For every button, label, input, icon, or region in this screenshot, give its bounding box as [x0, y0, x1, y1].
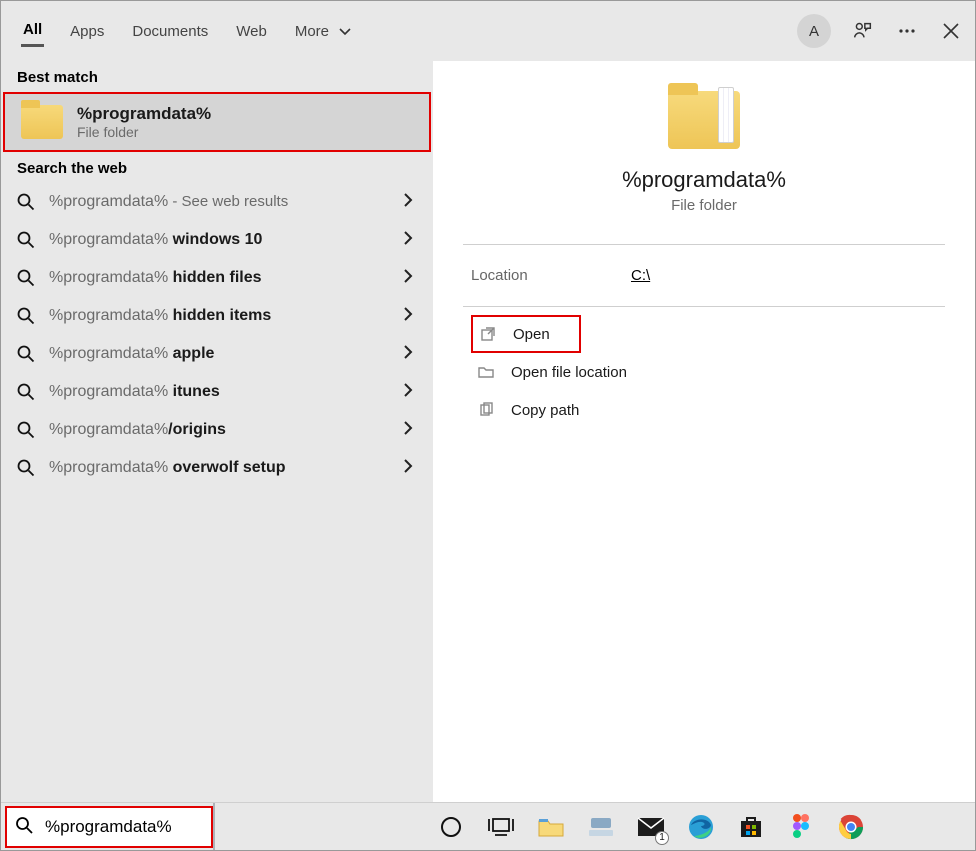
action-copy-path[interactable]: Copy path [471, 391, 975, 429]
web-result-label: %programdata% hidden items [49, 307, 417, 325]
chevron-right-icon [403, 230, 413, 250]
search-tabs: All Apps Documents Web More [21, 15, 353, 47]
web-result-label: %programdata% overwolf setup [49, 459, 417, 477]
web-result-label: %programdata% windows 10 [49, 231, 417, 249]
web-result-item[interactable]: %programdata% windows 10 [1, 221, 433, 259]
web-result-item[interactable]: %programdata% - See web results [1, 183, 433, 221]
search-icon [17, 383, 35, 401]
device-icon[interactable] [587, 813, 615, 841]
section-best-match: Best match [1, 61, 433, 92]
microsoft-store-icon[interactable] [737, 813, 765, 841]
content-columns: Best match %programdata% File folder Sea… [1, 61, 975, 802]
results-panel: Best match %programdata% File folder Sea… [1, 61, 433, 802]
preview-actions: Open Open file location Copy path [433, 307, 975, 429]
web-results-list: %programdata% - See web results %program… [1, 183, 433, 487]
action-open-label: Open [513, 326, 550, 343]
figma-icon[interactable] [787, 813, 815, 841]
web-result-label: %programdata% - See web results [49, 193, 417, 211]
action-open-file-location-label: Open file location [511, 364, 627, 381]
web-result-item[interactable]: %programdata% hidden files [1, 259, 433, 297]
copy-icon [477, 401, 495, 419]
search-icon [17, 269, 35, 287]
location-value[interactable]: C:\ [631, 267, 650, 284]
task-view-icon[interactable] [487, 813, 515, 841]
tab-documents[interactable]: Documents [130, 17, 210, 46]
chevron-right-icon [403, 268, 413, 288]
search-icon [17, 307, 35, 325]
chevron-right-icon [403, 458, 413, 478]
close-icon[interactable] [939, 19, 963, 43]
web-result-item[interactable]: %programdata%/origins [1, 411, 433, 449]
best-match-text: %programdata% File folder [77, 104, 211, 140]
top-bar: All Apps Documents Web More A [1, 1, 975, 61]
search-box[interactable] [5, 806, 213, 848]
action-open[interactable]: Open [471, 315, 581, 353]
chevron-right-icon [403, 344, 413, 364]
folder-large-icon [668, 91, 740, 149]
web-result-item[interactable]: %programdata% itunes [1, 373, 433, 411]
search-icon [17, 421, 35, 439]
search-icon [15, 816, 33, 838]
more-icon[interactable] [895, 19, 919, 43]
mail-badge: 1 [655, 831, 669, 845]
preview-subtitle: File folder [671, 197, 737, 214]
folder-outline-icon [477, 363, 495, 381]
top-bar-right: A [797, 1, 963, 61]
taskbar: 1 [213, 803, 975, 850]
tab-all[interactable]: All [21, 15, 44, 47]
search-icon [17, 231, 35, 249]
avatar[interactable]: A [797, 14, 831, 48]
chevron-right-icon [403, 420, 413, 440]
file-explorer-icon[interactable] [537, 813, 565, 841]
best-match-title: %programdata% [77, 104, 211, 124]
edge-icon[interactable] [687, 813, 715, 841]
location-row: Location C:\ [433, 245, 975, 306]
cortana-icon[interactable] [437, 813, 465, 841]
search-input[interactable] [43, 816, 203, 838]
web-result-item[interactable]: %programdata% hidden items [1, 297, 433, 335]
action-copy-path-label: Copy path [511, 402, 579, 419]
mail-icon[interactable]: 1 [637, 813, 665, 841]
preview-title: %programdata% [622, 167, 786, 193]
web-result-label: %programdata% apple [49, 345, 417, 363]
tab-more[interactable]: More [293, 17, 353, 46]
tab-apps[interactable]: Apps [68, 17, 106, 46]
search-icon [17, 345, 35, 363]
web-result-item[interactable]: %programdata% apple [1, 335, 433, 373]
action-open-file-location[interactable]: Open file location [471, 353, 975, 391]
web-result-item[interactable]: %programdata% overwolf setup [1, 449, 433, 487]
web-result-label: %programdata%/origins [49, 421, 417, 439]
section-search-web: Search the web [1, 152, 433, 183]
search-icon [17, 193, 35, 211]
web-result-label: %programdata% hidden files [49, 269, 417, 287]
preview-panel: %programdata% File folder Location C:\ O… [433, 61, 975, 802]
folder-pages-decoration [718, 87, 734, 143]
chevron-right-icon [403, 192, 413, 212]
chrome-icon[interactable] [837, 813, 865, 841]
tab-more-label: More [295, 23, 329, 40]
folder-icon [21, 105, 63, 139]
feedback-icon[interactable] [851, 19, 875, 43]
best-match-subtitle: File folder [77, 124, 211, 140]
tab-web[interactable]: Web [234, 17, 269, 46]
web-result-label: %programdata% itunes [49, 383, 417, 401]
location-label: Location [471, 267, 631, 284]
bottom-bar: 1 [1, 802, 975, 850]
chevron-right-icon [403, 382, 413, 402]
chevron-down-icon [339, 23, 351, 40]
chevron-right-icon [403, 306, 413, 326]
search-icon [17, 459, 35, 477]
best-match-item[interactable]: %programdata% File folder [3, 92, 431, 152]
open-icon [479, 325, 497, 343]
